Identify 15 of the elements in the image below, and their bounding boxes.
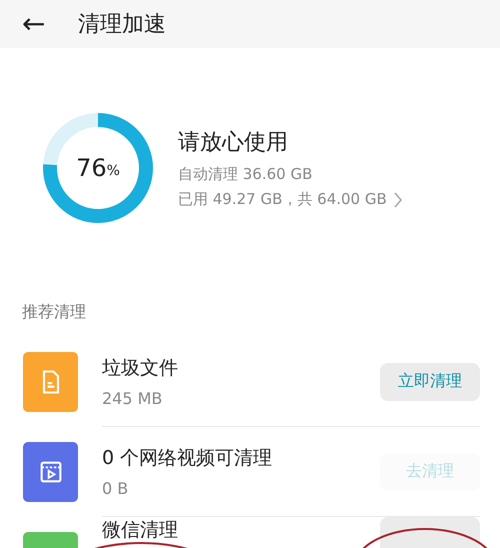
item-title: 垃圾文件 bbox=[102, 356, 179, 381]
back-button[interactable]: ← bbox=[22, 10, 62, 38]
usage-percent: 76 bbox=[76, 154, 107, 182]
clean-button[interactable]: 立即清理 bbox=[380, 362, 480, 400]
item-size: 245 MB bbox=[102, 389, 164, 408]
usage-text: 已用 49.27 GB，共 64.00 GB bbox=[178, 190, 387, 209]
status-text: 请放心使用 bbox=[178, 129, 289, 157]
auto-clean-text: 自动清理 36.60 GB bbox=[178, 165, 314, 184]
section-title: 推荐清理 bbox=[22, 302, 87, 323]
page-title: 清理加速 bbox=[78, 11, 166, 39]
item-title: 0 个网络视频可清理 bbox=[102, 446, 274, 471]
item-size: 0 B bbox=[102, 479, 130, 498]
item-title: 微信清理 bbox=[102, 518, 179, 543]
clean-button[interactable] bbox=[380, 517, 480, 548]
percent-sign: % bbox=[106, 163, 120, 179]
